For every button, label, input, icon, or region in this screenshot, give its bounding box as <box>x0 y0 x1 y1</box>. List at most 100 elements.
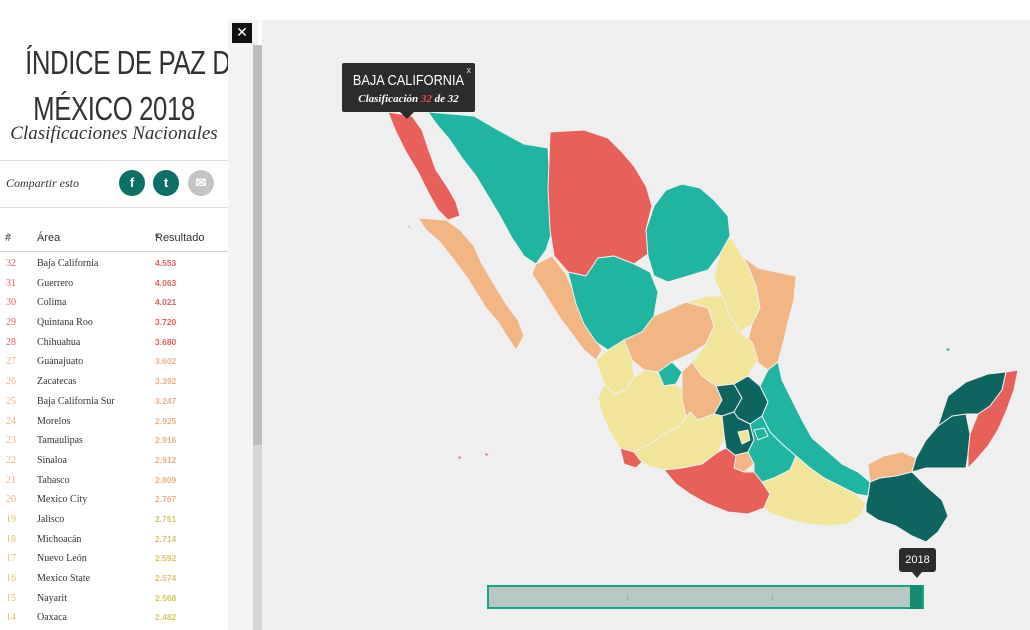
timeline-tick <box>627 595 628 601</box>
timeline-handle[interactable] <box>910 585 922 609</box>
row-area: Guanajuato <box>37 356 84 368</box>
table-row[interactable]: 26 Zacatecas 3.392 <box>0 372 228 392</box>
tooltip-close-icon[interactable]: x <box>467 65 472 75</box>
row-score: 2.912 <box>155 454 177 465</box>
row-score: 2.592 <box>155 553 177 564</box>
table-row[interactable]: 19 Jalisco 2.761 <box>0 510 228 530</box>
row-area: Chihuahua <box>37 336 81 348</box>
state-chiapas[interactable] <box>865 471 949 543</box>
row-area: Jalisco <box>37 513 65 525</box>
row-area: Guerrero <box>37 277 74 289</box>
email-icon: ✉ <box>195 175 207 190</box>
twitter-share-button[interactable]: t <box>153 170 179 196</box>
tooltip-rank-value: 32 <box>420 93 432 105</box>
row-score: 3.247 <box>155 395 177 406</box>
row-score: 3.720 <box>155 317 177 328</box>
state-baja-california-sur[interactable] <box>417 217 525 351</box>
row-score: 3.602 <box>155 356 177 367</box>
divider <box>0 207 228 208</box>
facebook-share-button[interactable]: f <box>119 170 145 196</box>
row-rank: 14 <box>6 612 16 624</box>
row-rank: 27 <box>6 356 16 368</box>
row-rank: 32 <box>6 258 16 269</box>
table-row[interactable]: 23 Tamaulipas 2.916 <box>0 431 228 451</box>
timeline-tick <box>772 595 773 601</box>
row-rank: 20 <box>6 494 16 506</box>
sort-desc-icon: ▾ <box>155 232 160 241</box>
table-row[interactable]: 20 Mexico City 2.767 <box>0 490 228 510</box>
row-rank: 28 <box>6 336 16 348</box>
row-rank: 29 <box>6 317 16 329</box>
row-score: 3.392 <box>155 376 177 387</box>
row-score: 2.925 <box>155 415 177 426</box>
table-row[interactable]: 28 Chihuahua 3.680 <box>0 333 228 353</box>
share-label: Compartir esto <box>6 176 80 190</box>
scrollbar-thumb[interactable] <box>253 45 262 445</box>
row-rank: 18 <box>6 533 16 545</box>
row-area: Baja California Sur <box>37 395 115 407</box>
rankings-panel: ÍNDICE DE PAZ DE MÉXICO 2018 Clasificaci… <box>0 20 248 630</box>
row-score: 4.553 <box>155 258 177 268</box>
island <box>945 347 951 352</box>
row-rank: 31 <box>6 277 16 289</box>
table-row[interactable]: 27 Guanajuato 3.602 <box>0 352 228 372</box>
island <box>457 455 462 460</box>
row-score: 2.761 <box>155 513 177 524</box>
row-score: 2.714 <box>155 533 177 544</box>
row-area: Colima <box>37 297 67 309</box>
table-row[interactable]: 16 Mexico State 2.574 <box>0 569 228 589</box>
rankings-list: 32 Baja California 4.553 31 Guerrero 4.063 30 C… <box>0 254 228 628</box>
close-button[interactable]: ✕ <box>232 23 252 43</box>
row-area: Baja California <box>37 258 99 269</box>
row-area: Quintana Roo <box>37 317 93 329</box>
email-share-button[interactable]: ✉ <box>188 170 214 196</box>
row-rank: 22 <box>6 454 16 466</box>
table-row[interactable]: 22 Sinaloa 2.912 <box>0 451 228 471</box>
table-row[interactable]: 32 Baja California 4.553 <box>0 254 228 274</box>
state-tooltip: BAJA CALIFORNIA Clasificación 32 de 32 x <box>342 63 475 119</box>
tooltip-ranking: Clasificación 32 de 32 <box>358 93 459 105</box>
table-row[interactable]: 31 Guerrero 4.063 <box>0 274 228 294</box>
row-score: 4.063 <box>155 277 177 288</box>
divider <box>0 160 228 161</box>
table-row[interactable]: 21 Tabasco 2.809 <box>0 471 228 491</box>
row-score: 2.574 <box>155 573 177 583</box>
table-row[interactable]: 29 Quintana Roo 3.720 <box>0 313 228 333</box>
row-area: Zacatecas <box>37 376 77 388</box>
row-rank: 25 <box>6 395 16 407</box>
row-rank: 30 <box>6 297 16 309</box>
row-score: 3.680 <box>155 336 177 347</box>
state-chihuahua[interactable] <box>547 129 653 277</box>
table-row[interactable]: 15 Nayarit 2.568 <box>0 589 228 609</box>
row-score: 2.767 <box>155 494 177 505</box>
row-area: Tabasco <box>37 474 70 486</box>
row-rank: 16 <box>6 573 16 584</box>
row-score: 2.568 <box>155 592 177 603</box>
table-row[interactable]: 17 Nuevo León 2.592 <box>0 549 228 569</box>
row-area: Mexico City <box>37 494 88 506</box>
island <box>406 223 412 231</box>
row-rank: 19 <box>6 513 16 525</box>
row-rank: 17 <box>6 553 16 565</box>
table-row[interactable]: 24 Morelos 2.925 <box>0 412 228 432</box>
row-rank: 24 <box>6 415 16 427</box>
row-score: 2.916 <box>155 435 177 446</box>
row-score: 4.021 <box>155 297 177 308</box>
row-area: Nuevo León <box>37 553 87 565</box>
row-rank: 26 <box>6 376 16 388</box>
row-area: Sinaloa <box>37 454 67 466</box>
row-score: 2.809 <box>155 474 177 485</box>
sort-icon: ⬍ <box>5 232 12 241</box>
row-area: Michoacán <box>37 533 82 545</box>
timeline-slider[interactable] <box>487 585 924 609</box>
row-rank: 23 <box>6 435 16 447</box>
row-area: Tamaulipas <box>37 435 83 447</box>
island <box>484 452 489 457</box>
table-row[interactable]: 25 Baja California Sur 3.247 <box>0 392 228 412</box>
row-rank: 15 <box>6 592 16 604</box>
table-row[interactable]: 14 Oaxaca 2.482 <box>0 608 228 628</box>
table-row[interactable]: 30 Colima 4.021 <box>0 293 228 313</box>
row-area: Nayarit <box>37 592 67 604</box>
title-line-1: ÍNDICE DE PAZ DE <box>25 44 248 81</box>
table-row[interactable]: 18 Michoacán 2.714 <box>0 530 228 550</box>
